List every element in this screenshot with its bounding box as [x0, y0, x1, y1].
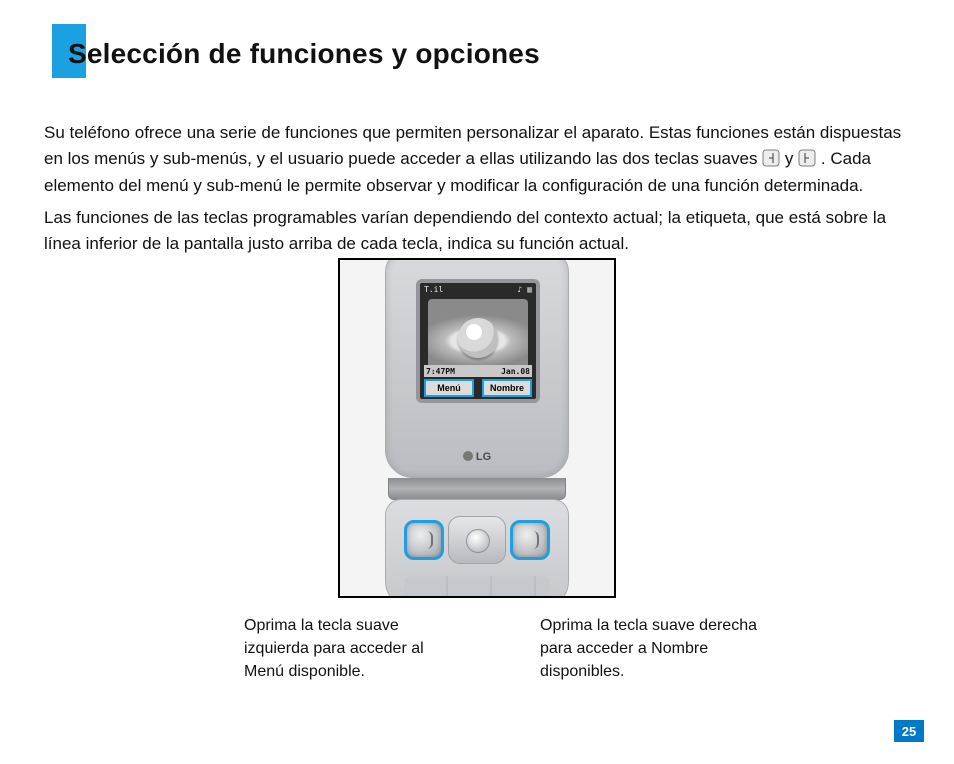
page-title: Selección de funciones y opciones	[68, 38, 540, 70]
brand-logo: LG	[386, 451, 568, 463]
right-soft-key	[510, 520, 550, 560]
softkey-label-left: Menú	[424, 379, 474, 397]
left-softkey-icon	[762, 149, 780, 167]
intro-paragraph-1: Su teléfono ofrece una serie de funcione…	[44, 120, 910, 199]
page-number: 25	[894, 720, 924, 742]
signal-indicator-icon: T.il	[424, 285, 443, 297]
left-soft-key	[404, 520, 444, 560]
softkey-label-row: Menú Nombre	[424, 379, 532, 397]
screen-date: Jan.08	[501, 367, 530, 376]
battery-indicator-icon: ♪ ▥	[518, 285, 532, 297]
intro-paragraph-2: Las funciones de las teclas programables…	[44, 205, 910, 258]
nav-cluster	[448, 516, 506, 564]
time-date-row: 7:47PM Jan.08	[424, 365, 532, 377]
phone-keypad-section	[385, 499, 569, 598]
softkey-label-right: Nombre	[482, 379, 532, 397]
wallpaper-image	[428, 299, 528, 375]
phone-body: T.il ♪ ▥ 7:47PM Jan.08 Menú Nombre LG	[385, 258, 569, 598]
keypad-row	[404, 576, 550, 598]
para1-text-b: y	[785, 149, 798, 168]
right-softkey-icon	[798, 149, 816, 167]
phone-illustration: T.il ♪ ▥ 7:47PM Jan.08 Menú Nombre LG	[338, 258, 616, 598]
caption-right-softkey: Oprima la tecla suave derecha para acced…	[540, 614, 760, 684]
screen-time: 7:47PM	[426, 367, 455, 376]
phone-flip-top: T.il ♪ ▥ 7:47PM Jan.08 Menú Nombre LG	[385, 258, 569, 478]
caption-left-softkey: Oprima la tecla suave izquierda para acc…	[244, 614, 464, 684]
phone-hinge	[388, 478, 566, 500]
status-bar: T.il ♪ ▥	[424, 285, 532, 297]
phone-screen: T.il ♪ ▥ 7:47PM Jan.08 Menú Nombre	[416, 279, 540, 403]
